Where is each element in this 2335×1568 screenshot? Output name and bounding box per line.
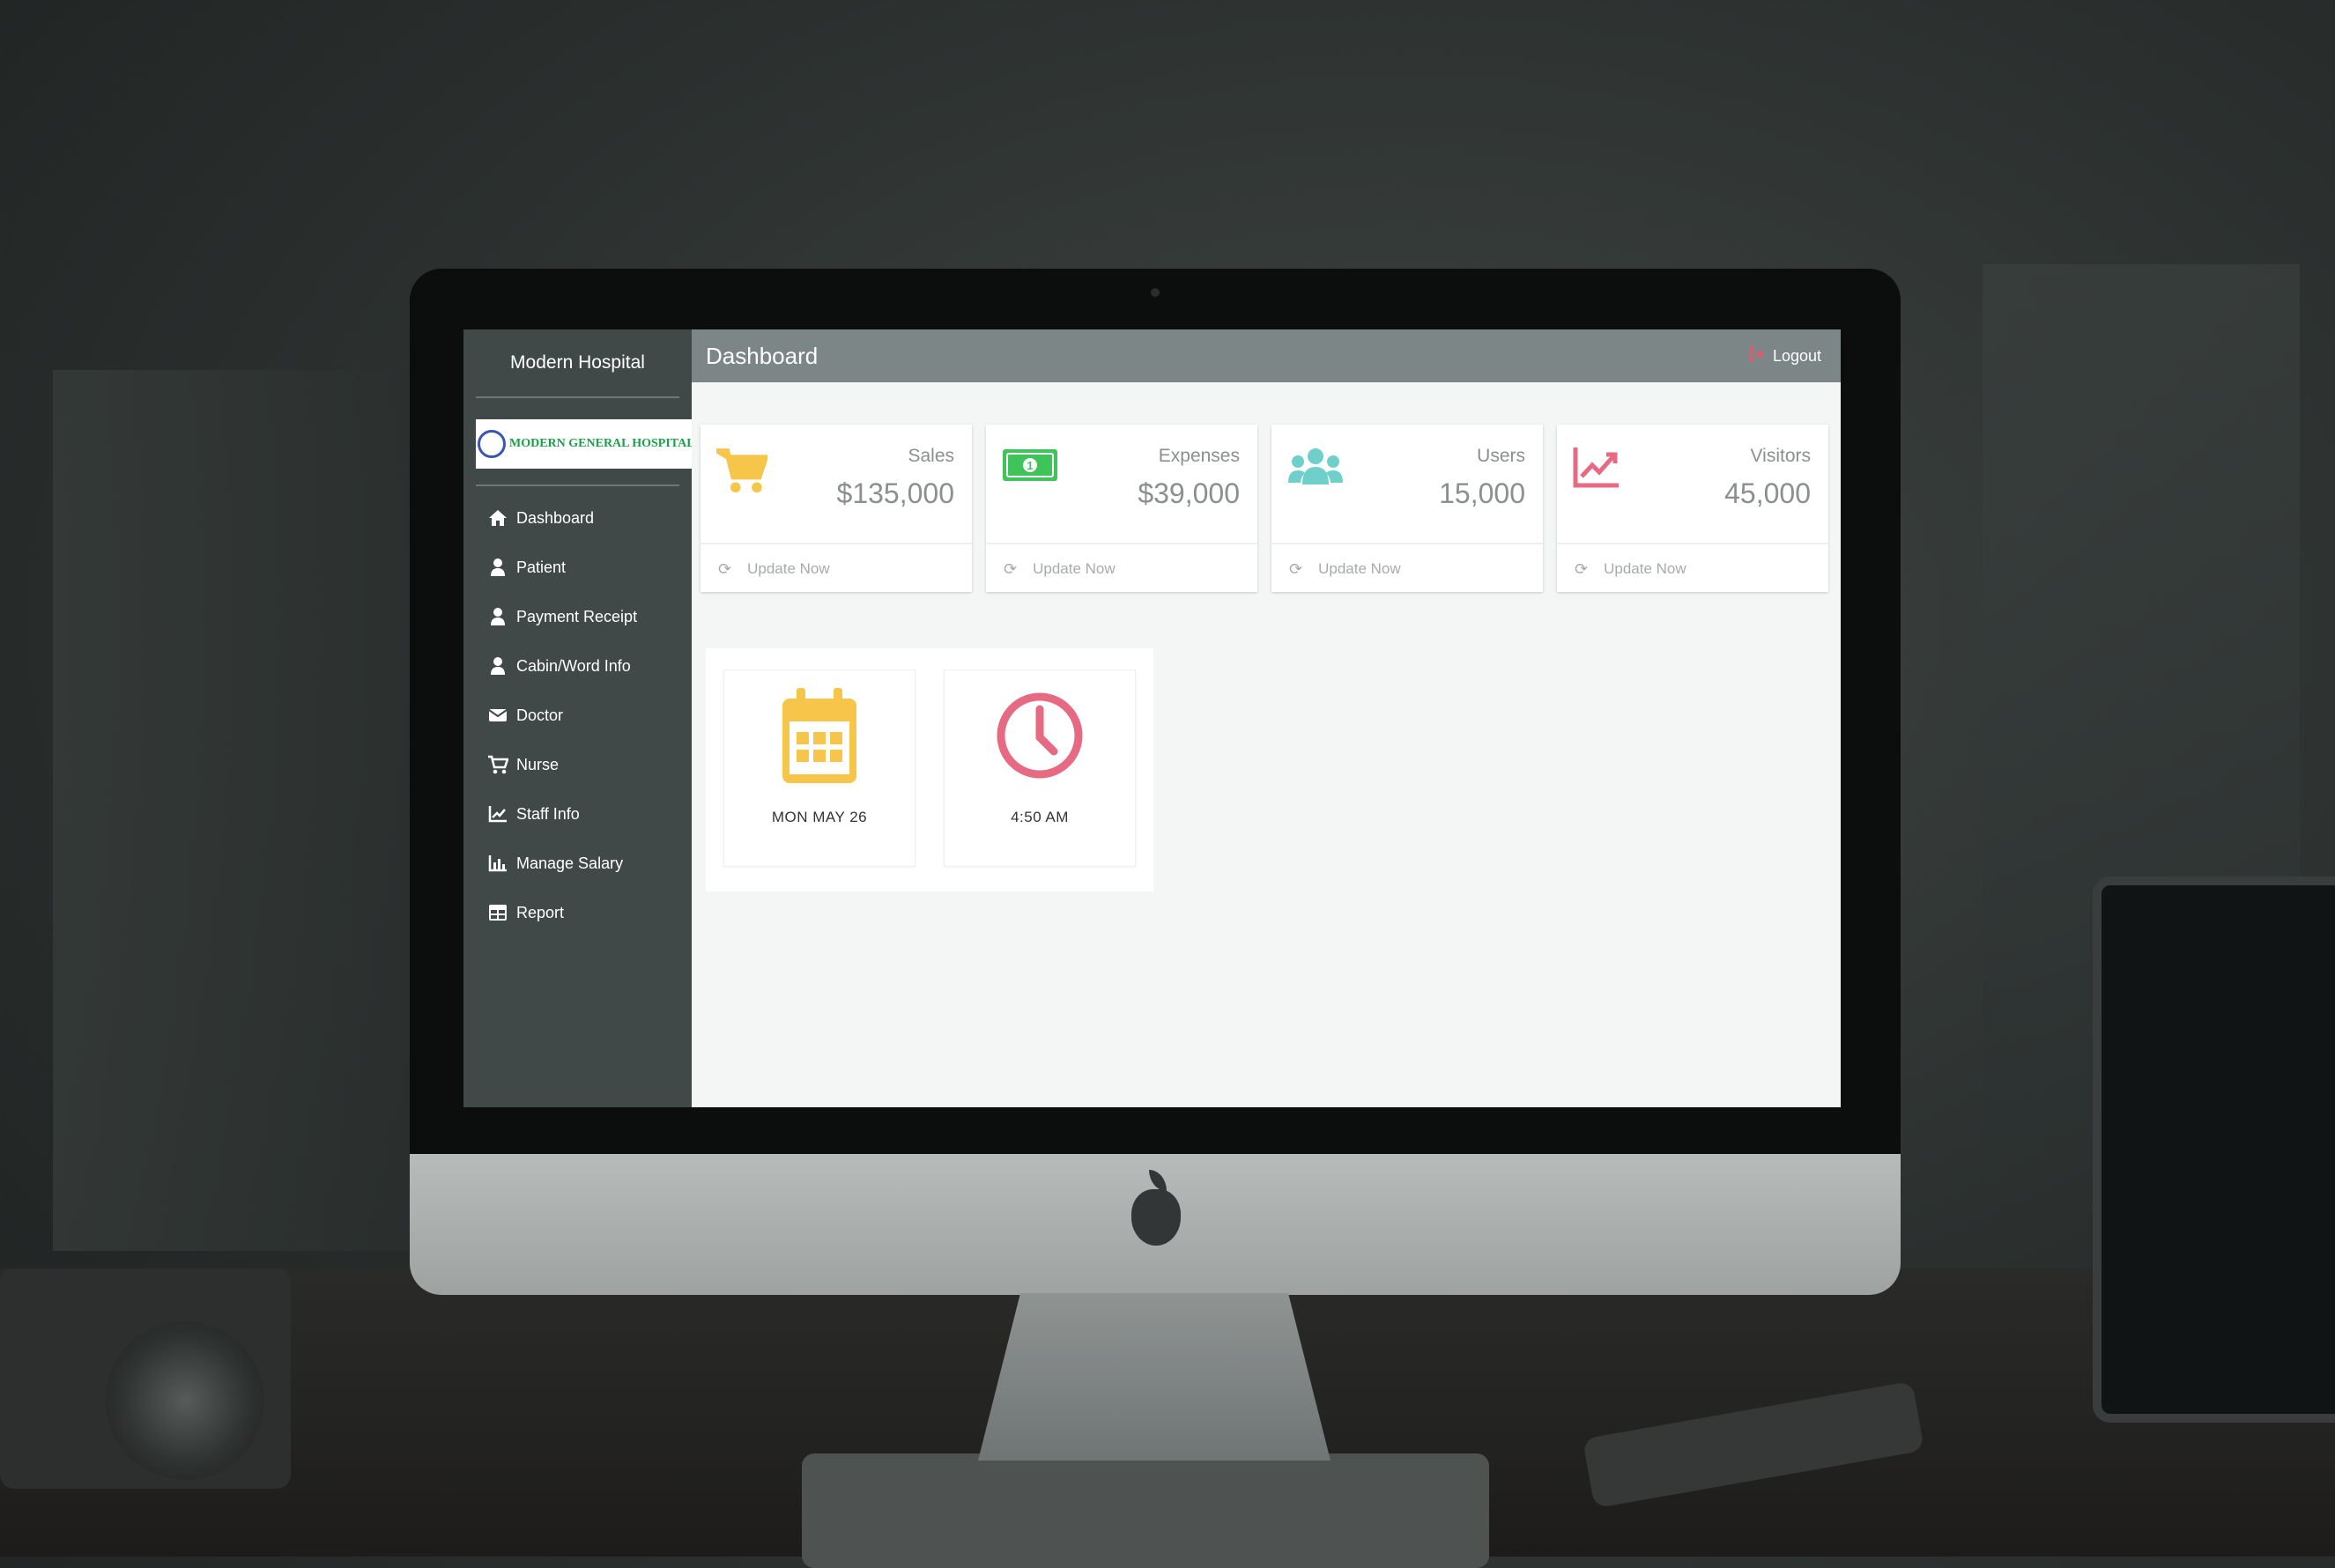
sidebar-divider bbox=[476, 396, 679, 398]
sidebar-item-manage-salary[interactable]: Manage Salary bbox=[463, 839, 692, 888]
logout-label: Logout bbox=[1772, 346, 1821, 365]
card-label: Users bbox=[1477, 446, 1525, 466]
chart-icon bbox=[1573, 446, 1620, 492]
logout-button[interactable]: Logout bbox=[1748, 346, 1821, 366]
money-icon: 1 bbox=[1002, 446, 1058, 489]
logout-icon bbox=[1748, 346, 1766, 366]
keyboard-photo bbox=[802, 1453, 1489, 1568]
sidebar-item-label: Cabin/Word Info bbox=[516, 656, 631, 675]
page-title: Dashboard bbox=[706, 342, 819, 369]
laptop-photo bbox=[2093, 876, 2335, 1423]
sidebar-divider bbox=[476, 484, 679, 486]
card-label: Sales bbox=[908, 446, 954, 466]
sidebar-item-dashboard[interactable]: Dashboard bbox=[463, 493, 692, 543]
apple-logo-icon bbox=[1131, 1170, 1181, 1246]
stat-card-users: Users 15,000 ⟳ Update Now bbox=[1271, 425, 1543, 592]
clock-icon bbox=[996, 686, 1084, 789]
app-screen: Modern Hospital MODERN GENERAL HOSPITAL … bbox=[463, 329, 1841, 1107]
home-icon bbox=[486, 509, 509, 527]
sidebar-item-staff-info[interactable]: Staff Info bbox=[463, 789, 692, 839]
sidebar-item-label: Doctor bbox=[516, 706, 564, 724]
bar-chart-icon bbox=[486, 854, 509, 872]
sidebar-item-label: Staff Info bbox=[516, 804, 580, 823]
update-now-label: Update Now bbox=[1033, 560, 1116, 577]
update-now-link[interactable]: ⟳ Update Now bbox=[986, 543, 1257, 594]
sidebar-item-label: Nurse bbox=[516, 755, 560, 773]
stat-card-visitors: Visitors 45,000 ⟳ Update Now bbox=[1557, 425, 1828, 592]
card-label: Visitors bbox=[1750, 446, 1811, 466]
calendar-icon bbox=[781, 686, 858, 789]
user-icon bbox=[486, 558, 509, 577]
svg-text:1: 1 bbox=[1027, 459, 1033, 472]
logo-text: MODERN GENERAL HOSPITAL AND DIAGNOSTIC C… bbox=[509, 437, 692, 450]
user-icon bbox=[486, 656, 509, 676]
update-now-label: Update Now bbox=[1604, 560, 1686, 577]
hospital-logo: MODERN GENERAL HOSPITAL AND DIAGNOSTIC C… bbox=[476, 419, 692, 469]
sidebar-item-label: Dashboard bbox=[516, 508, 595, 527]
time-label: 4:50 AM bbox=[1011, 809, 1069, 825]
monitor-stand bbox=[978, 1293, 1331, 1461]
sidebar-item-doctor[interactable]: Doctor bbox=[463, 691, 692, 740]
refresh-icon: ⟳ bbox=[1289, 559, 1303, 578]
sidebar-item-label: Payment Receipt bbox=[516, 607, 638, 625]
stat-card-expenses: 1 Expenses $39,000 ⟳ Update Now bbox=[986, 425, 1257, 592]
line-chart-icon bbox=[486, 805, 509, 823]
update-now-link[interactable]: ⟳ Update Now bbox=[1271, 543, 1543, 594]
card-value: 15,000 bbox=[1439, 477, 1525, 509]
widget-panel: MON MAY 26 4:50 AM bbox=[706, 648, 1153, 891]
date-widget: MON MAY 26 bbox=[723, 669, 915, 867]
date-label: MON MAY 26 bbox=[771, 809, 868, 825]
refresh-icon: ⟳ bbox=[1575, 559, 1589, 578]
users-icon bbox=[1287, 446, 1344, 496]
top-bar: Dashboard Logout bbox=[692, 329, 1841, 382]
envelope-icon bbox=[486, 707, 509, 723]
sidebar-item-label: Report bbox=[516, 903, 565, 921]
background-window bbox=[53, 370, 423, 1251]
refresh-icon: ⟳ bbox=[718, 559, 732, 578]
update-now-label: Update Now bbox=[1318, 560, 1401, 577]
user-icon bbox=[486, 607, 509, 626]
logo-emblem-icon bbox=[478, 430, 506, 458]
sidebar-item-label: Patient bbox=[516, 558, 567, 576]
webcam-dot bbox=[1151, 288, 1160, 297]
card-value: $135,000 bbox=[836, 477, 954, 509]
sidebar-item-payment-receipt[interactable]: Payment Receipt bbox=[463, 592, 692, 641]
sidebar-item-patient[interactable]: Patient bbox=[463, 543, 692, 592]
cart-icon bbox=[486, 755, 509, 774]
time-widget: 4:50 AM bbox=[944, 669, 1136, 867]
sidebar-item-report[interactable]: Report bbox=[463, 888, 692, 937]
cart-icon bbox=[708, 446, 769, 499]
camera-lens bbox=[106, 1321, 264, 1480]
card-value: 45,000 bbox=[1724, 477, 1811, 509]
main-content: Dashboard Logout Sales $135,000 ⟳ Update… bbox=[692, 329, 1841, 1107]
camera-photo bbox=[0, 1268, 291, 1489]
stat-card-sales: Sales $135,000 ⟳ Update Now bbox=[700, 425, 972, 592]
sidebar-item-label: Manage Salary bbox=[516, 854, 624, 872]
table-icon bbox=[486, 904, 509, 921]
update-now-link[interactable]: ⟳ Update Now bbox=[700, 543, 972, 594]
card-label: Expenses bbox=[1158, 446, 1240, 466]
sidebar-item-nurse[interactable]: Nurse bbox=[463, 740, 692, 789]
sidebar-item-cabin-word-info[interactable]: Cabin/Word Info bbox=[463, 641, 692, 691]
stat-cards: Sales $135,000 ⟳ Update Now 1 Expenses $… bbox=[692, 382, 1841, 592]
update-now-label: Update Now bbox=[747, 560, 830, 577]
sidebar-brand[interactable]: Modern Hospital bbox=[463, 329, 692, 396]
refresh-icon: ⟳ bbox=[1004, 559, 1018, 578]
card-value: $39,000 bbox=[1138, 477, 1240, 509]
sidebar: Modern Hospital MODERN GENERAL HOSPITAL … bbox=[463, 329, 692, 1107]
update-now-link[interactable]: ⟳ Update Now bbox=[1557, 543, 1828, 594]
